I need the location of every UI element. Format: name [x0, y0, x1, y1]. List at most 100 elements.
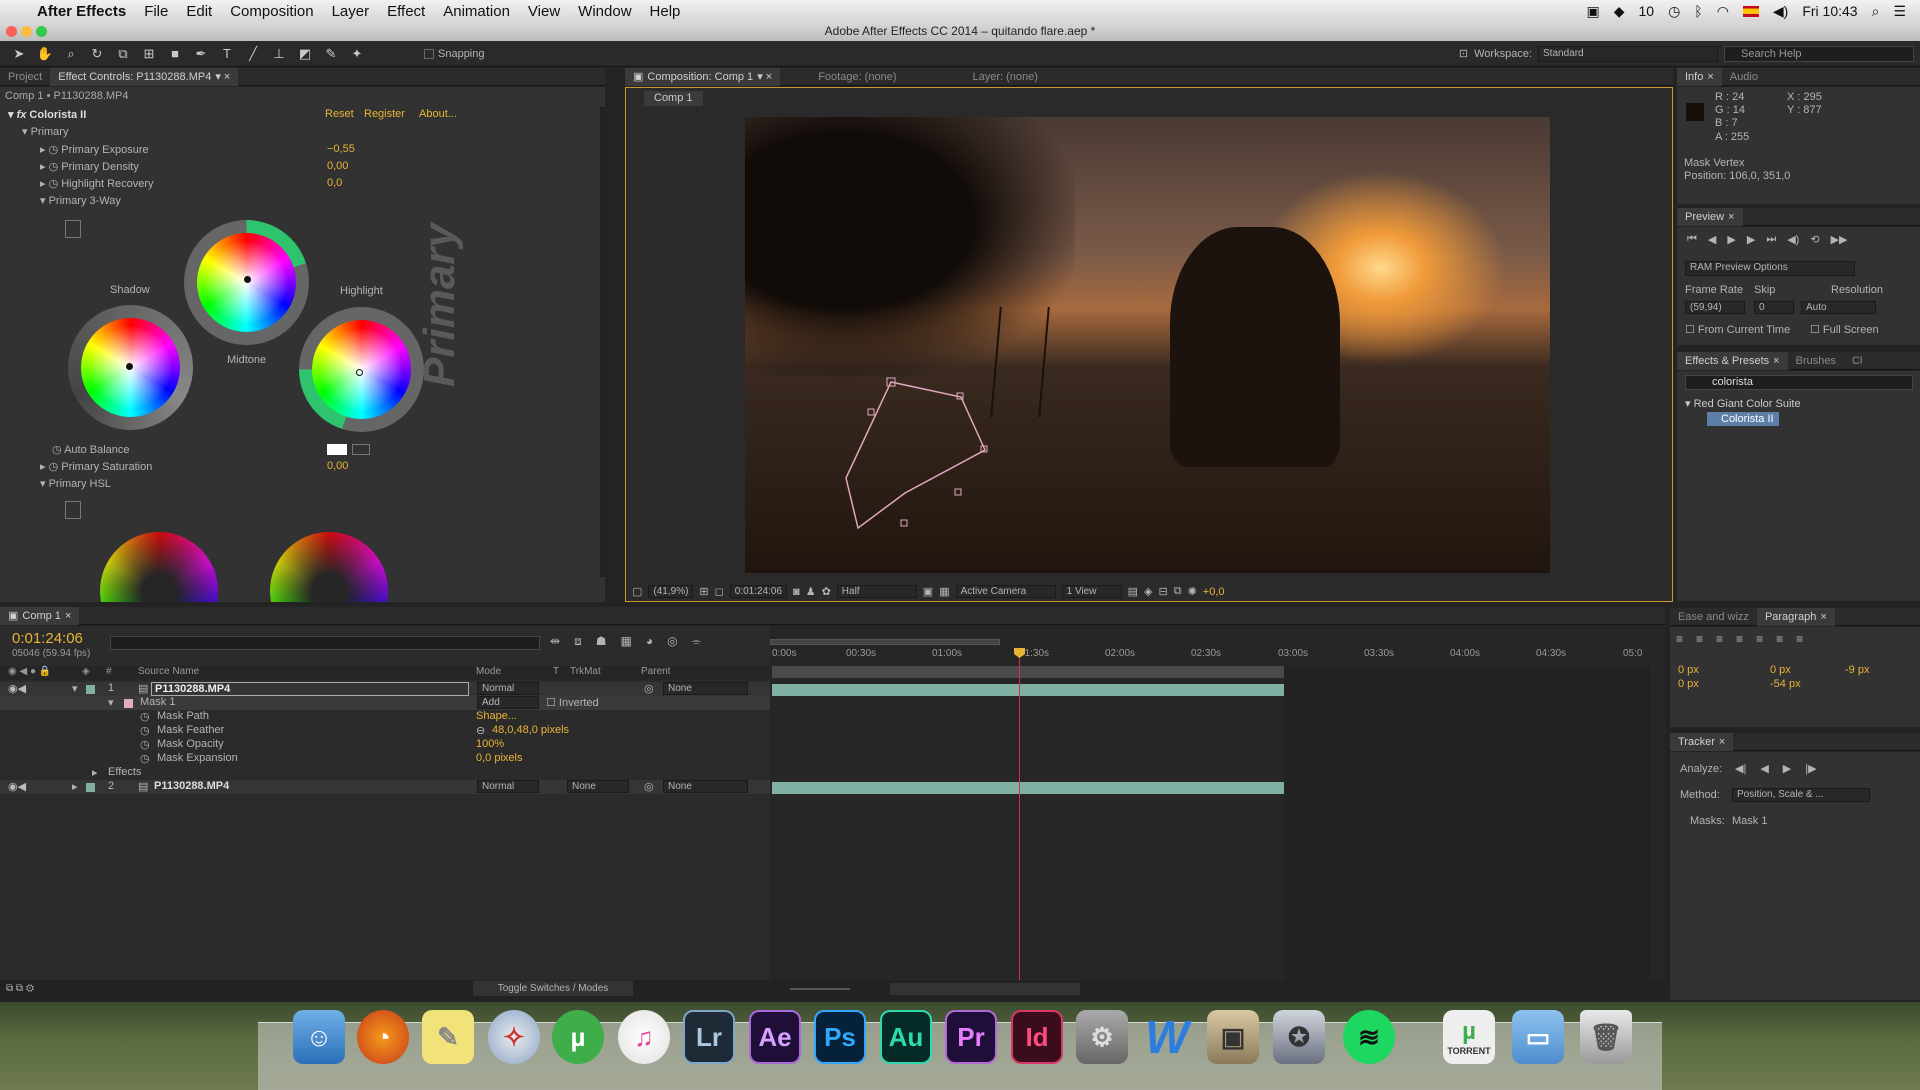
time-ruler[interactable]: 0:00s 00:30s 01:00s 01:30s 02:00s 02:30s… — [770, 648, 1650, 662]
mask-overlay[interactable] — [745, 117, 1550, 573]
tab-info[interactable]: Info × — [1677, 67, 1722, 86]
analyze-forward-one-icon[interactable]: |▶ — [1805, 762, 1816, 775]
zoom-select[interactable]: (41,9%) — [648, 585, 694, 598]
col-trkmat[interactable]: TrkMat — [570, 666, 601, 677]
chart-icon[interactable]: ⌯ — [692, 634, 702, 649]
effect-item-colorista[interactable]: Colorista II — [1707, 412, 1779, 426]
loop-icon[interactable]: ⟲ — [1810, 233, 1819, 246]
volume-icon[interactable]: ◀) — [1773, 3, 1788, 20]
camera-tool-icon[interactable]: ⧉ — [114, 45, 132, 63]
draft-3d-icon[interactable]: ⧈ — [574, 634, 582, 649]
effect-controls-scrollbar[interactable] — [600, 107, 605, 577]
layer-name[interactable]: P1130288.MP4 — [154, 780, 229, 792]
comp-viewer[interactable] — [745, 117, 1550, 573]
motion-blur-icon[interactable]: ◕ — [646, 634, 653, 649]
tab-preview[interactable]: Preview × — [1677, 207, 1743, 226]
indent-left-value[interactable]: 0 px — [1678, 664, 1699, 676]
flowchart-icon[interactable]: ⧉ — [1174, 585, 1182, 598]
analyze-backward-icon[interactable]: ◀ — [1760, 762, 1768, 775]
menu-file[interactable]: File — [135, 3, 177, 20]
graph-editor-icon[interactable]: ◎ — [667, 634, 677, 649]
col-t[interactable]: T — [553, 666, 559, 677]
mask-color[interactable] — [124, 699, 133, 708]
time-machine-icon[interactable]: ◷ — [1668, 3, 1680, 20]
tab-footage[interactable]: Footage: (none) — [810, 71, 904, 83]
tab-timeline-comp[interactable]: ▣ Comp 1 × — [0, 606, 80, 625]
menu-window[interactable]: Window — [569, 3, 640, 20]
selection-tool-icon[interactable]: ➤ — [10, 45, 28, 63]
imovie-icon[interactable]: ✪ — [1273, 1010, 1325, 1064]
layer-1-clip-bar[interactable] — [772, 684, 1284, 696]
tab-effect-controls[interactable]: Effect Controls: P1130288.MP4 ▾ × — [50, 67, 239, 86]
safe-zones-icon[interactable]: ⊞ — [699, 585, 708, 598]
snapping-toggle[interactable]: Snapping — [424, 48, 485, 60]
prop-value-recovery[interactable]: 0,0 — [327, 177, 342, 189]
mask-path-value[interactable]: Shape... — [476, 710, 517, 722]
col-source-name[interactable]: Source Name — [138, 666, 199, 677]
primary-saturation-value[interactable]: 0,00 — [327, 460, 348, 472]
last-frame-icon[interactable]: ⏭ — [1766, 233, 1776, 246]
folder-red-giant[interactable]: ▾ Red Giant Color Suite — [1685, 397, 1801, 410]
next-frame-icon[interactable]: ▶ — [1747, 233, 1755, 246]
trkmat-select[interactable]: None — [567, 780, 629, 793]
primary-group-toggle[interactable]: ▾ Primary — [22, 125, 68, 138]
pen-tool-icon[interactable]: ✒ — [192, 45, 210, 63]
roto-brush-tool-icon[interactable]: ✎ — [322, 45, 340, 63]
zoom-tool-icon[interactable]: ⌕ — [62, 45, 80, 63]
indent-first-value[interactable]: 0 px — [1770, 664, 1791, 676]
mask-path[interactable] — [845, 381, 986, 530]
analyze-back-one-icon[interactable]: ◀| — [1735, 762, 1746, 775]
calculator-icon-2[interactable] — [65, 501, 81, 519]
menu-view[interactable]: View — [519, 3, 569, 20]
mask-inverted[interactable]: ☐ Inverted — [546, 696, 599, 709]
pan-behind-tool-icon[interactable]: ⊞ — [140, 45, 158, 63]
itunes-icon[interactable]: ♫ — [618, 1010, 670, 1064]
mask-row[interactable]: ▾ Mask 1 Add ☐ Inverted — [0, 696, 770, 710]
midtone-wheel-ring[interactable] — [184, 220, 309, 345]
layer-2-clip-bar[interactable] — [772, 782, 1284, 794]
minimize-window-button[interactable] — [21, 26, 32, 37]
tab-brushes[interactable]: Brushes — [1788, 355, 1844, 367]
lightroom-icon[interactable]: Lr — [683, 1010, 735, 1064]
tab-ease-and-wizz[interactable]: Ease and wizz — [1670, 611, 1757, 623]
analyze-forward-icon[interactable]: ▶ — [1783, 762, 1791, 775]
expand-mask-icon[interactable]: ▾ — [108, 696, 114, 709]
tab-audio[interactable]: Audio — [1722, 71, 1766, 83]
prev-frame-icon[interactable]: ◀ — [1708, 233, 1716, 246]
exposure-value[interactable]: +0,0 — [1203, 586, 1225, 598]
app-menu[interactable]: After Effects — [27, 3, 135, 20]
rectangle-tool-icon[interactable]: ■ — [166, 45, 184, 63]
auto-balance-swatch[interactable] — [327, 444, 347, 455]
comp-subtab[interactable]: Comp 1 — [644, 91, 703, 106]
about-link[interactable]: About... — [419, 108, 457, 120]
menu-edit[interactable]: Edit — [177, 3, 221, 20]
tab-tracker[interactable]: Tracker × — [1670, 732, 1734, 751]
clone-stamp-tool-icon[interactable]: ⊥ — [270, 45, 288, 63]
always-preview-icon[interactable]: ▢ — [632, 585, 642, 598]
mask-vertex[interactable] — [867, 408, 875, 416]
stopwatch-icon[interactable]: ◷ — [140, 752, 150, 765]
space-before-value[interactable]: -9 px — [1845, 664, 1869, 676]
tab-effects-presets[interactable]: Effects & Presets × — [1677, 351, 1788, 370]
finder-icon[interactable]: ☺ — [293, 1010, 345, 1064]
shadow-color-wheel[interactable] — [81, 318, 180, 417]
align-center-icon[interactable]: ≡ — [1696, 632, 1703, 646]
mask-opacity-value[interactable]: 100% — [476, 738, 504, 750]
pixel-aspect-icon[interactable]: ▤ — [1128, 585, 1138, 598]
effects-row[interactable]: ▸ Effects — [0, 766, 770, 780]
prop-value-exposure[interactable]: −0,55 — [327, 143, 355, 155]
snapping-checkbox[interactable] — [424, 48, 434, 59]
timeline-track-area[interactable]: 0:00s 00:30s 01:00s 01:30s 02:00s 02:30s… — [770, 626, 1665, 1000]
transparency-grid-icon[interactable]: ▦ — [939, 585, 949, 598]
timeline-search-input[interactable] — [110, 636, 540, 650]
puppet-tool-icon[interactable]: ✦ — [348, 45, 366, 63]
justify-center-icon[interactable]: ≡ — [1756, 632, 1763, 646]
mask-expansion-value[interactable]: 0,0 pixels — [476, 752, 522, 764]
rotate-tool-icon[interactable]: ↻ — [88, 45, 106, 63]
fast-previews-icon[interactable]: ◈ — [1144, 585, 1152, 598]
tab-composition[interactable]: ▣ Composition: Comp 1 ▾ × — [625, 67, 781, 86]
firefox-icon[interactable]: ◔ — [357, 1010, 409, 1064]
timeline-timecode[interactable]: 0:01:24:06 — [12, 630, 83, 647]
prop-highlight-recovery[interactable]: ▸ ◷ Highlight Recovery — [40, 177, 154, 190]
col-mode[interactable]: Mode — [476, 666, 501, 677]
